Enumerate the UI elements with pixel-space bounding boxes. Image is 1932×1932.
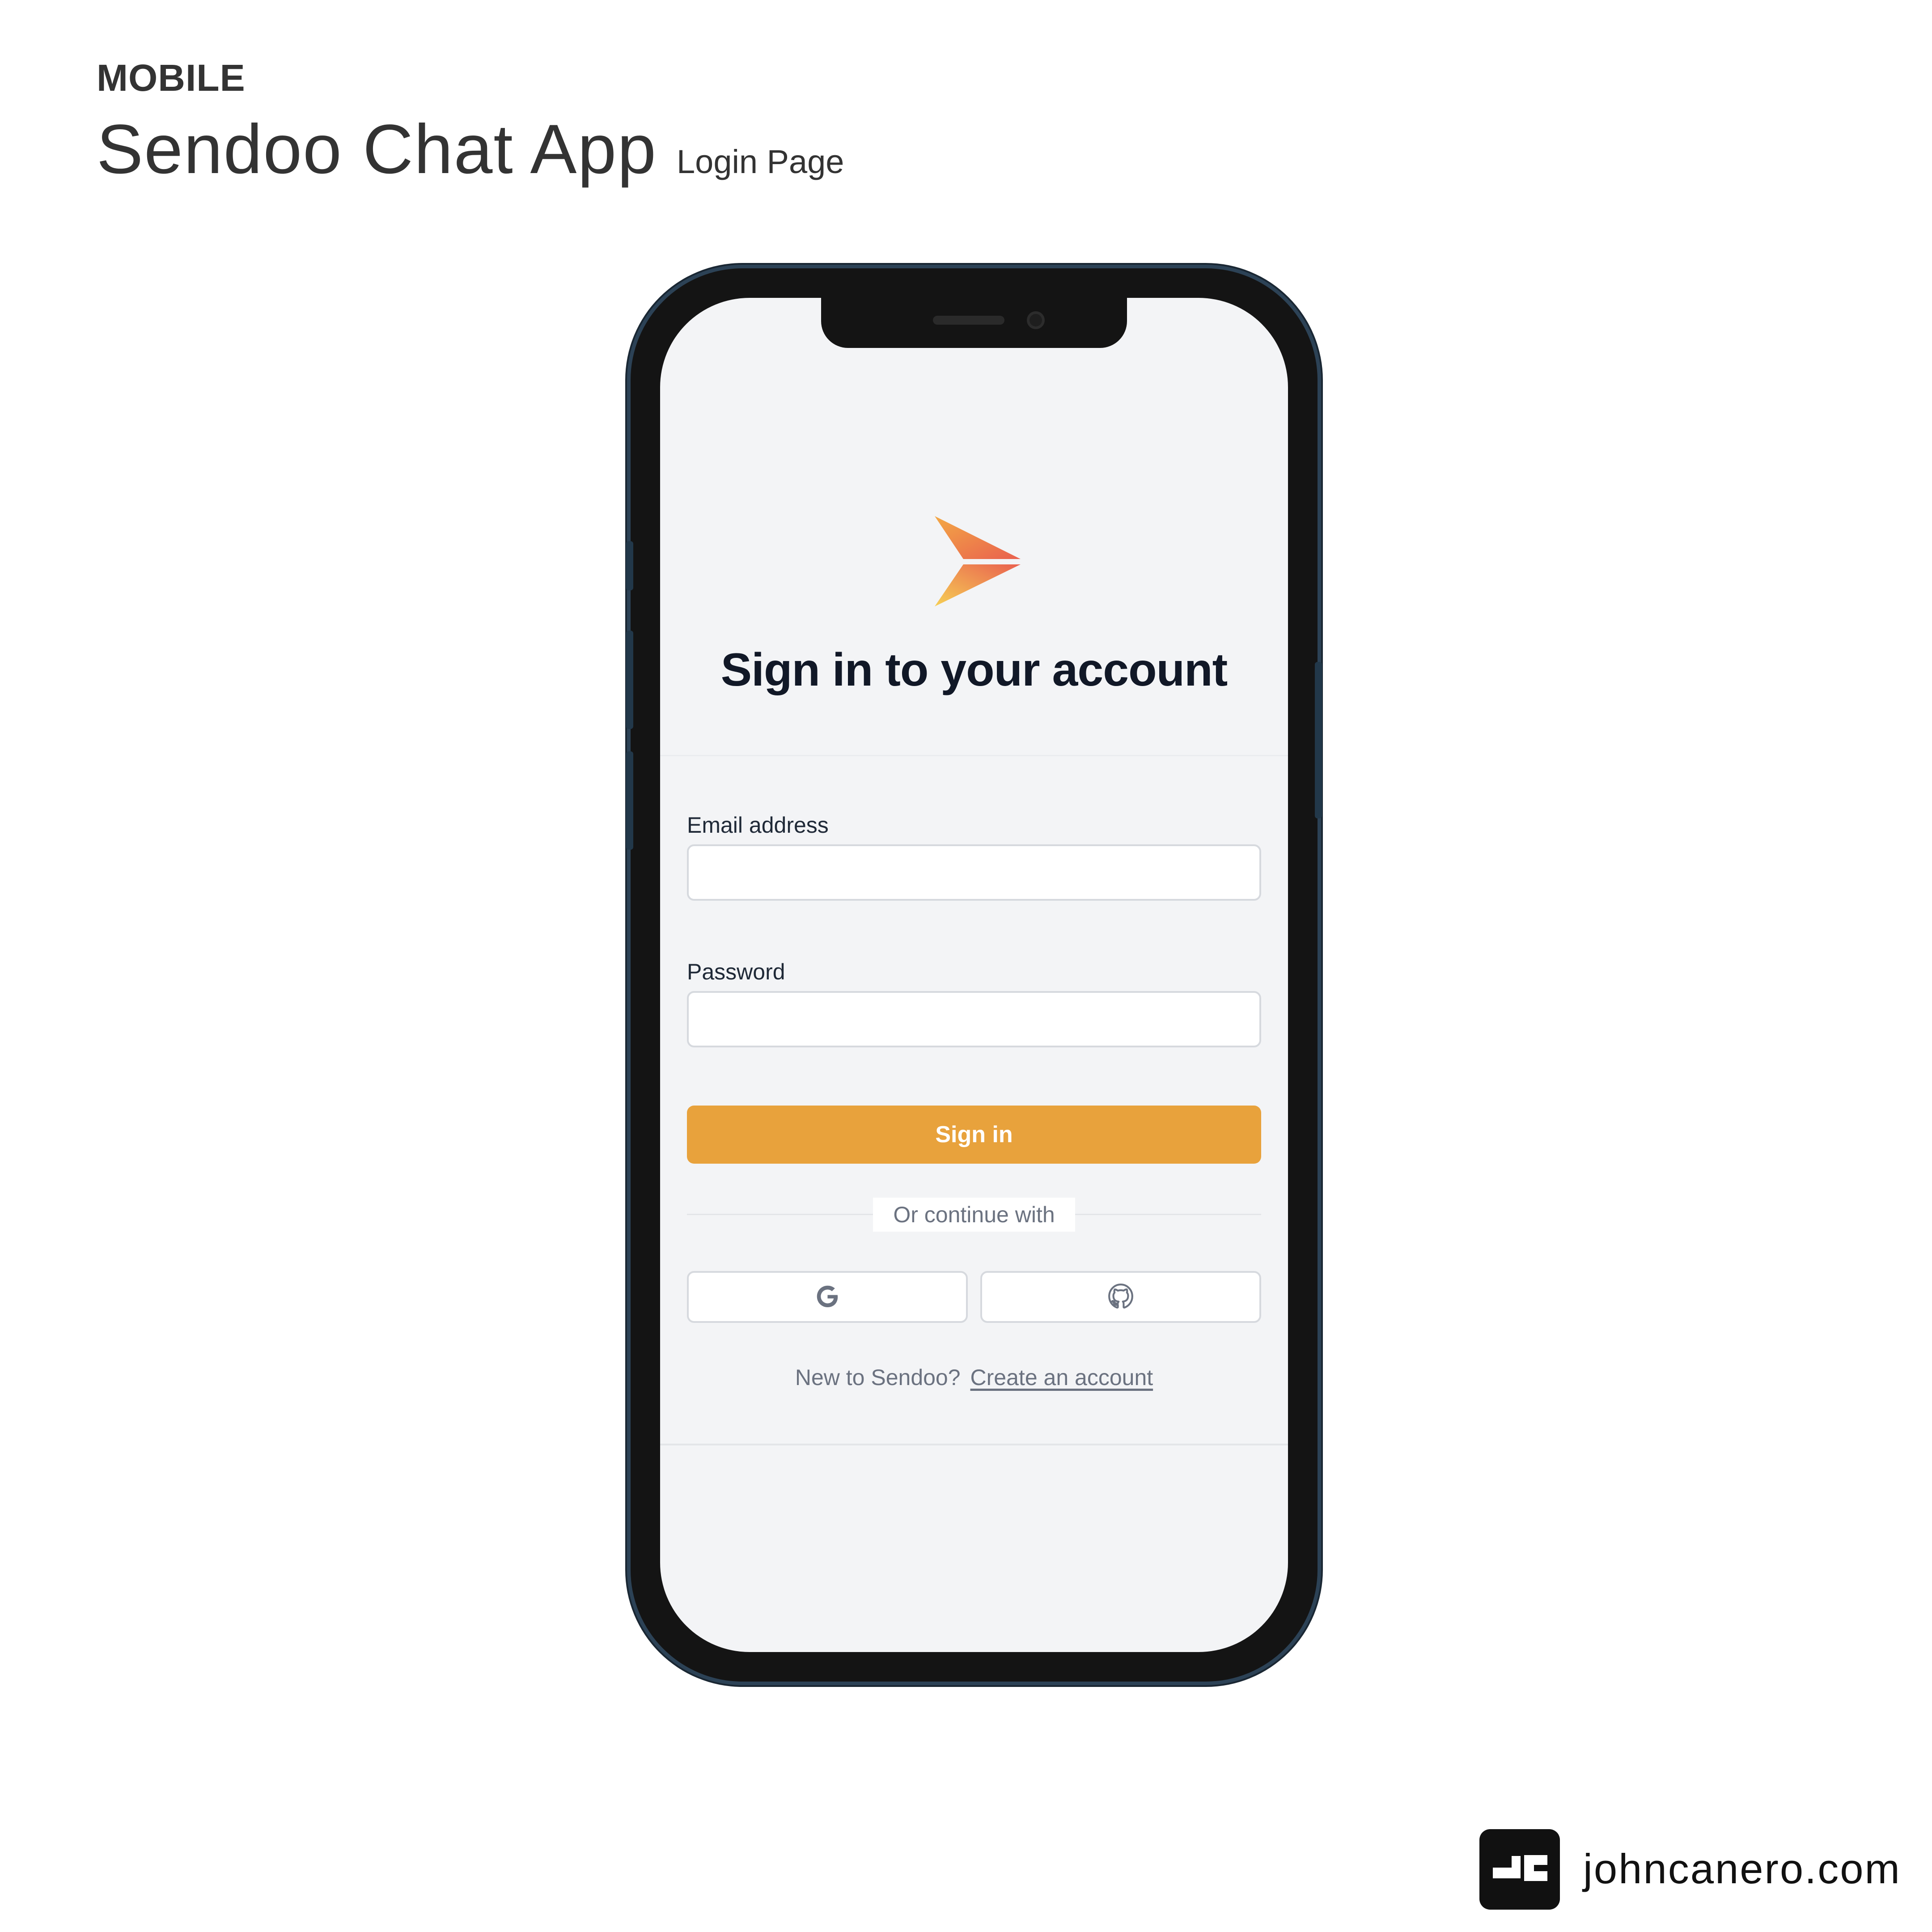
jc-logo-icon [1479,1829,1560,1910]
section-divider [660,755,1288,756]
power-button [1315,662,1322,818]
google-signin-button[interactable] [687,1271,968,1323]
page-subtitle: Login Page [677,143,844,180]
notch [821,298,1127,348]
signup-prompt-text: New to Sendoo? [795,1365,961,1390]
create-account-link[interactable]: Create an account [970,1365,1153,1390]
brand-site[interactable]: johncanero.com [1583,1848,1901,1890]
volume-down-button [626,751,633,850]
email-input[interactable] [687,844,1261,901]
title-row: Sendoo Chat App Login Page [97,114,844,184]
email-label: Email address [687,813,829,838]
signup-prompt-row: New to Sendoo? Create an account [660,1364,1288,1391]
password-input[interactable] [687,991,1261,1047]
volume-up-button [626,631,633,729]
sendoo-logo-icon [928,513,1027,611]
bottom-divider [660,1444,1288,1445]
silent-switch [626,541,633,590]
or-divider-text: Or continue with [873,1198,1075,1232]
sign-in-button[interactable]: Sign in [687,1106,1261,1164]
category-label: MOBILE [97,57,246,99]
password-label: Password [687,959,785,984]
speaker-grille [933,316,1004,325]
phone-screen: Sign in to your account Email address Pa… [660,298,1288,1652]
front-camera [1027,311,1045,329]
google-icon [813,1282,841,1312]
app-title: Sendoo Chat App [97,110,657,188]
signin-heading: Sign in to your account [720,644,1228,696]
github-icon [1107,1282,1135,1312]
github-signin-button[interactable] [980,1271,1261,1323]
